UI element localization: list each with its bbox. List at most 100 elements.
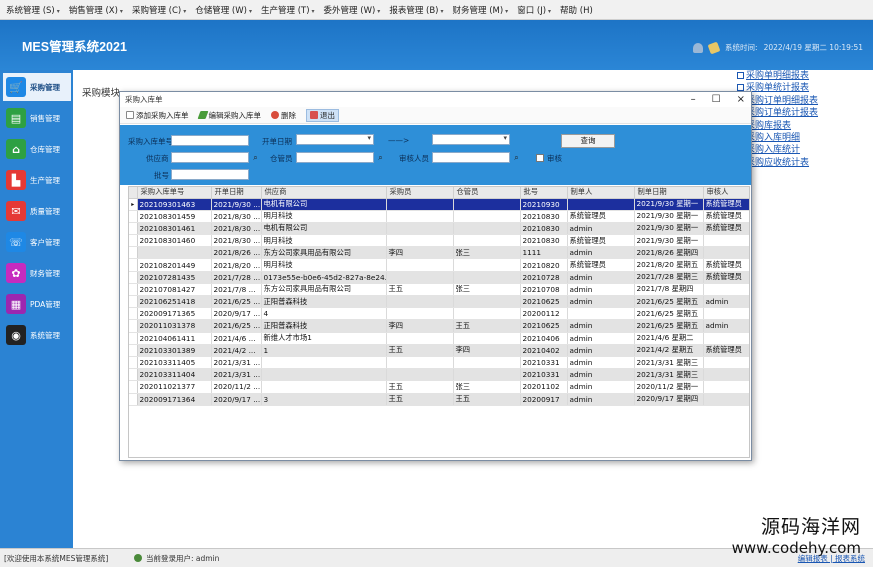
- table-cell: 东方公司家具用品有限公司: [261, 246, 387, 260]
- sidebar-item[interactable]: ▤ 销售管理: [3, 104, 71, 132]
- menu-item[interactable]: 财务管理 (M): [449, 4, 514, 16]
- table-row[interactable]: 202108301461 2021/8/30 ... 电机有限公司 20210830 a…: [129, 222, 749, 236]
- sidebar-item[interactable]: ✉ 质量管理: [3, 197, 71, 225]
- column-header[interactable]: 采购员: [386, 187, 454, 199]
- table-cell: 张三: [453, 246, 521, 260]
- report-link[interactable]: 采购应收统计表: [737, 157, 873, 169]
- report-link[interactable]: 采购库报表: [737, 120, 873, 132]
- order-no-input[interactable]: [171, 135, 249, 146]
- menu-item[interactable]: 帮助 (H): [556, 4, 598, 16]
- table-cell: 电机有限公司: [261, 198, 387, 211]
- table-cell: 2020/9/17 ...: [211, 307, 262, 321]
- reviewer-label: 审核人员: [399, 154, 429, 163]
- sidebar-item[interactable]: ▙ 生产管理: [3, 166, 71, 194]
- table-row[interactable]: 202108201449 2021/8/20 ... 明月科技 20210820 系统管…: [129, 258, 749, 272]
- table-cell: 2021/6/25 星期五: [634, 319, 704, 333]
- menu-item[interactable]: 窗口 (J): [513, 4, 556, 16]
- table-row[interactable]: 202009171364 2020/9/17 ... 3 王五 王五 20200917 ad…: [129, 393, 749, 406]
- menu-item[interactable]: 委外管理 (W): [320, 4, 386, 16]
- supplier-search-icon[interactable]: ⌕: [250, 152, 261, 163]
- column-header[interactable]: 审核人: [703, 187, 749, 199]
- menu-item[interactable]: 系统管理 (S): [2, 4, 65, 16]
- sidebar-item-label: 系统管理: [30, 330, 60, 340]
- menu-item[interactable]: 采购管理 (C): [128, 4, 191, 16]
- reviewer-input[interactable]: [432, 152, 510, 163]
- sidebar-item-label: 客户管理: [30, 237, 60, 247]
- report-link[interactable]: 采购单统计报表: [737, 82, 873, 94]
- column-header[interactable]: 制单人: [567, 187, 635, 199]
- table-row[interactable]: 202107281435 2021/7/28 ... 0173e55e-b0e6-4…: [129, 271, 749, 284]
- row-indicator: [129, 380, 138, 394]
- menu-item[interactable]: 报表管理 (B): [385, 4, 448, 16]
- table-cell: [386, 222, 454, 236]
- table-cell: 王五: [386, 380, 454, 394]
- table-row[interactable]: 202011021377 2020/11/2 ... 王五 张三 20201102 adm…: [129, 380, 749, 394]
- exit-button[interactable]: 退出: [306, 108, 339, 122]
- table-row[interactable]: 202108301460 2021/8/30 ... 明月科技 20210830 系统管…: [129, 234, 749, 248]
- table-cell: 2021/8/26 ...: [211, 246, 262, 260]
- sidebar-item[interactable]: ◉ 系统管理: [3, 321, 71, 349]
- sidebar-item-label: 财务管理: [30, 268, 60, 278]
- row-indicator: [129, 368, 138, 382]
- column-header[interactable]: 开单日期: [211, 187, 262, 199]
- report-link[interactable]: 采购入库统计: [737, 144, 873, 156]
- sidebar-item[interactable]: ▦ PDA管理: [3, 290, 71, 318]
- table-row[interactable]: 202107081427 2021/7/8 ... 东方公司家具用品有限公司 王五 张三…: [129, 283, 749, 297]
- menu-item[interactable]: 仓储管理 (W): [191, 4, 257, 16]
- edit-icon[interactable]: [707, 41, 721, 54]
- start-date-picker[interactable]: [296, 134, 374, 145]
- column-header[interactable]: 采购入库单号: [137, 187, 212, 199]
- sidebar-item[interactable]: 🛒 采购管理: [3, 73, 71, 101]
- table-row[interactable]: 2021/8/26 ... 东方公司家具用品有限公司 李四 张三 1111 admin 20…: [129, 246, 749, 260]
- table-cell: 2020/11/2 ...: [211, 380, 262, 394]
- column-header[interactable]: 批号: [520, 187, 568, 199]
- table-row[interactable]: 202009171365 2020/9/17 ... 4 20200112 2021/6…: [129, 307, 749, 321]
- warehouse-search-icon[interactable]: ⌕: [375, 152, 386, 163]
- table-row[interactable]: 202103311404 2021/3/31 ... 20210331 admin 20…: [129, 368, 749, 382]
- report-link[interactable]: 采购入库明细: [737, 132, 873, 144]
- inbound-grid[interactable]: 采购入库单号 开单日期 供应商 采购员 仓管员 批号 制单人 制单日期 审核人 ▸ 2021093…: [128, 186, 750, 458]
- menu-item[interactable]: 销售管理 (X): [65, 4, 128, 16]
- report-link[interactable]: 采购订单统计报表: [737, 107, 873, 119]
- sidebar-item[interactable]: ⌂ 仓库管理: [3, 135, 71, 163]
- table-row[interactable]: ▸ 202109301463 2021/9/30 ... 电机有限公司 20210930…: [129, 198, 749, 211]
- add-inbound-button[interactable]: 添加采购入库单: [126, 110, 189, 121]
- edit-inbound-button[interactable]: 编辑采购入库单: [197, 110, 261, 121]
- table-row[interactable]: 202011031378 2021/6/25 ... 正阳普森科技 李四 王五 20210…: [129, 319, 749, 333]
- table-cell: admin: [567, 393, 635, 406]
- column-header[interactable]: 供应商: [261, 187, 387, 199]
- batch-input[interactable]: [171, 169, 249, 180]
- warehouse-input[interactable]: [296, 152, 374, 163]
- reviewer-search-icon[interactable]: ⌕: [511, 152, 522, 163]
- report-link[interactable]: 采购单明细报表: [737, 70, 873, 82]
- table-row[interactable]: 202103311405 2021/3/31 ... 20210331 admin 20…: [129, 356, 749, 370]
- maximize-icon[interactable]: ☐: [712, 94, 721, 105]
- window-controls: – ☐ ×: [691, 94, 745, 105]
- end-date-picker[interactable]: [432, 134, 510, 145]
- table-row[interactable]: 202106251418 2021/6/25 ... 正阳普森科技 20210625 a…: [129, 295, 749, 309]
- menu-item[interactable]: 生产管理 (T): [257, 4, 320, 16]
- table-row[interactable]: 202108301459 2021/8/30 ... 明月科技 20210830 系统管…: [129, 210, 749, 223]
- sidebar-item[interactable]: ✿ 财务管理: [3, 259, 71, 287]
- supplier-input[interactable]: [171, 152, 249, 163]
- minimize-icon[interactable]: –: [691, 94, 696, 105]
- row-indicator: [129, 283, 138, 297]
- column-header[interactable]: 制单日期: [634, 187, 704, 199]
- close-icon[interactable]: ×: [737, 94, 745, 105]
- table-cell: [261, 368, 387, 382]
- audit-checkbox[interactable]: [536, 154, 544, 162]
- table-row[interactable]: 202103301389 2021/4/2 ... 1 王五 李四 20210402 adm…: [129, 344, 749, 357]
- report-link[interactable]: 采购订单明细报表: [737, 95, 873, 107]
- table-cell: 李四: [386, 319, 454, 333]
- query-button[interactable]: 查询: [561, 134, 615, 148]
- sidebar-item[interactable]: ☏ 客户管理: [3, 228, 71, 256]
- user-icon[interactable]: [693, 42, 704, 53]
- table-cell: 202106251418: [137, 295, 212, 309]
- table-cell: [453, 332, 521, 345]
- table-cell: [453, 198, 521, 211]
- table-cell: 202104061411: [137, 332, 212, 345]
- delete-button[interactable]: 删除: [271, 110, 296, 121]
- table-row[interactable]: 202104061411 2021/4/6 ... 新维人才市场1 20210406 a…: [129, 332, 749, 345]
- table-cell: [386, 307, 454, 321]
- column-header[interactable]: 仓管员: [453, 187, 521, 199]
